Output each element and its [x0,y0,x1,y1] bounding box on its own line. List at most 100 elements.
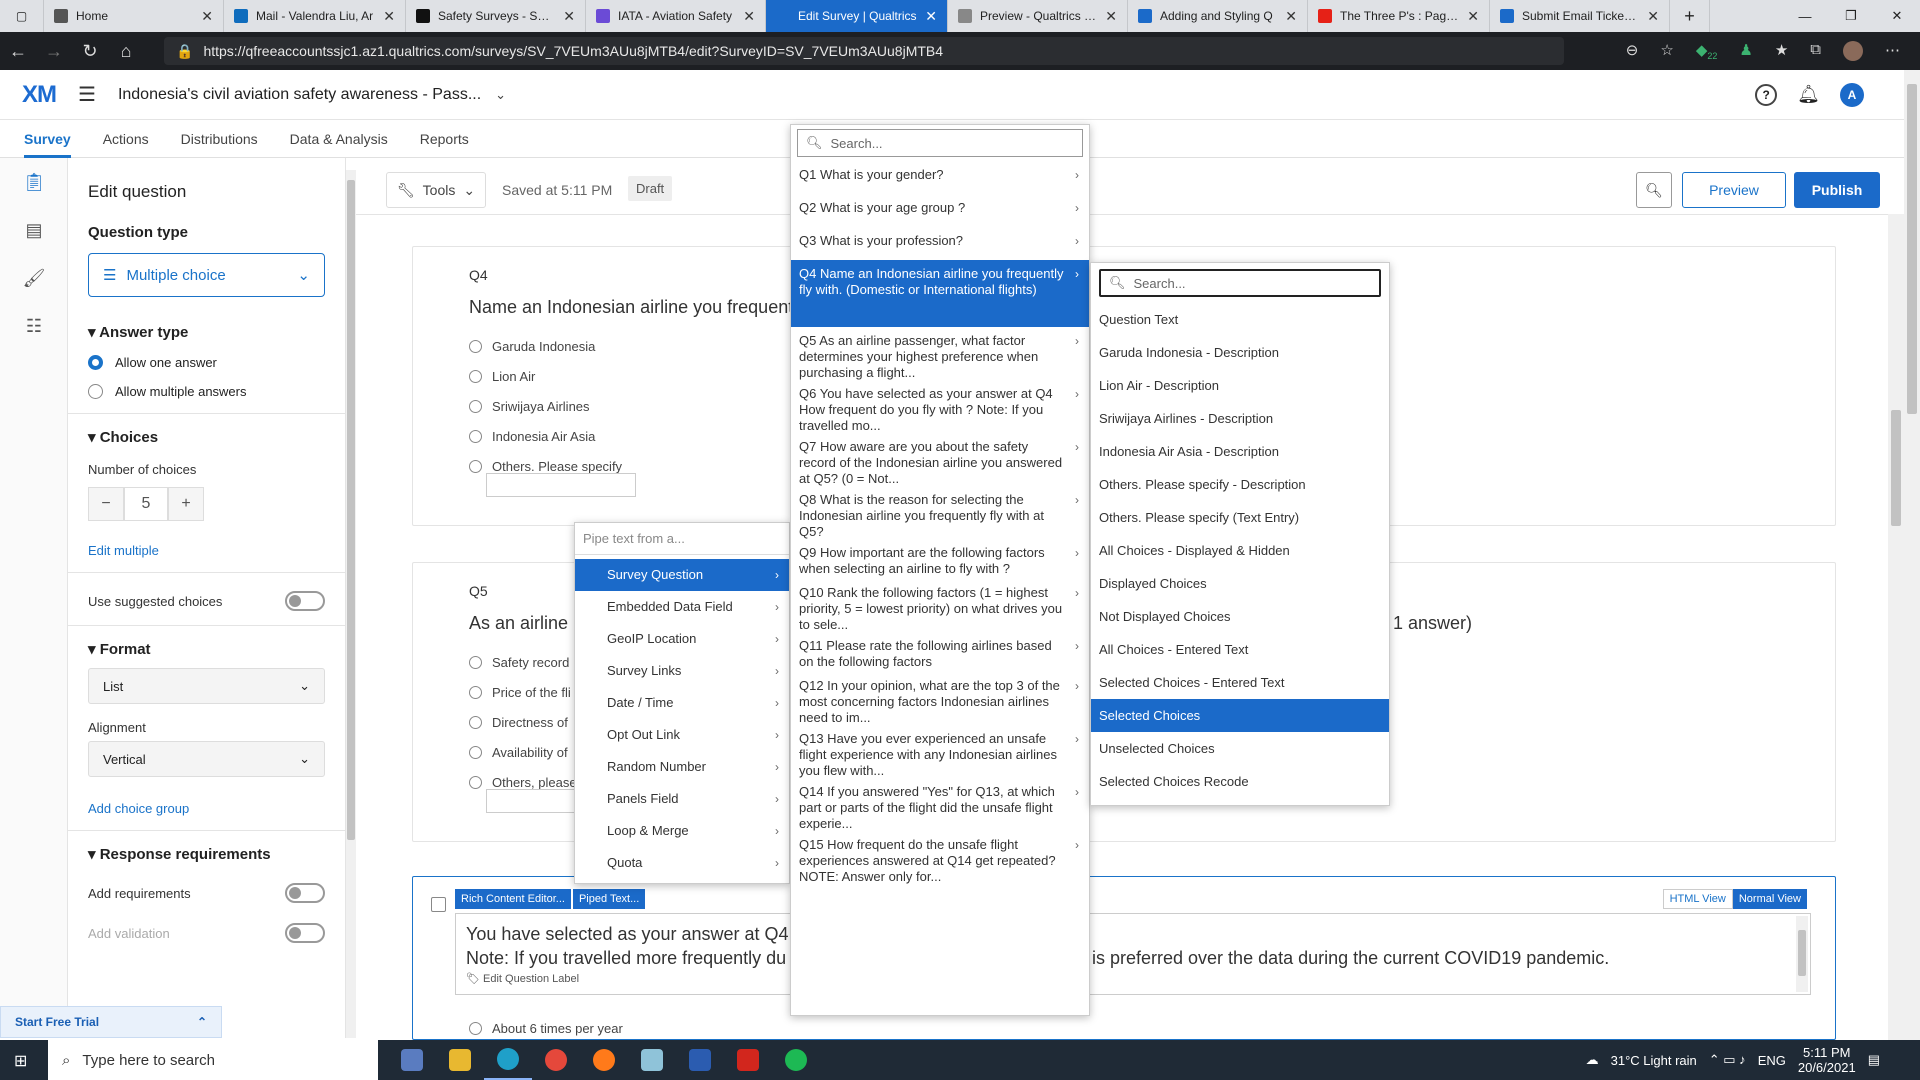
other-text-entry[interactable] [486,473,636,497]
choices-section[interactable]: ▾ Choices [88,428,325,446]
question-menu-item[interactable]: Q14 If you answered "Yes" for Q13, at wh… [791,778,1089,831]
close-window-button[interactable]: ✕ [1874,8,1920,24]
browser-tab[interactable]: The Three P's : Page B ✕ [1308,0,1490,32]
add-requirements-toggle[interactable] [285,883,325,903]
zoom-icon[interactable]: ⊖ [1626,41,1639,61]
field-menu-item[interactable]: Selected Choices - Entered Text [1091,666,1389,699]
choice-option[interactable]: Safety record [469,647,577,677]
left-panel-scrollbar[interactable] [346,170,356,1038]
field-menu-item[interactable]: Displayed Choices [1091,567,1389,600]
close-tab-icon[interactable]: ✕ [201,8,213,25]
publish-button[interactable]: Publish [1794,172,1880,208]
more-icon[interactable]: ⋯ [1885,41,1900,61]
choice-option[interactable]: Price of the fli [469,677,577,707]
refresh-icon[interactable]: ↻ [72,41,108,62]
question-menu-item[interactable]: Q15 How frequent do the unsafe flight ex… [791,831,1089,884]
close-tab-icon[interactable]: ✕ [383,8,395,25]
browser-tab[interactable]: Mail - Valendra Liu, Ar ✕ [224,0,406,32]
choice-option[interactable]: Availability of [469,737,577,767]
field-menu-item[interactable]: Garuda Indonesia - Description [1091,336,1389,369]
add-choice-group-link[interactable]: Add choice group [88,801,325,816]
forward-icon[interactable]: → [36,41,72,62]
spotify-icon[interactable] [772,1040,820,1080]
field-menu-item[interactable]: Indonesia Air Asia - Description [1091,435,1389,468]
question-menu-item[interactable]: Q10 Rank the following factors (1 = high… [791,579,1089,632]
choice-option[interactable]: Directness of [469,707,577,737]
field-search-input[interactable]: 🔍︎ Search... [1099,269,1381,297]
pipe-menu-item[interactable]: Loop & Merge › [575,815,789,847]
back-icon[interactable]: ← [0,41,36,62]
piped-text-button[interactable]: Piped Text... [572,889,646,909]
format-section[interactable]: ▾ Format [88,640,325,658]
tab-survey[interactable]: Survey [24,120,71,158]
choice-option[interactable]: Garuda Indonesia [469,331,622,361]
browser-tab[interactable]: Adding and Styling Q ✕ [1128,0,1308,32]
format-select[interactable]: List ⌄ [88,668,325,704]
answer-type-section[interactable]: ▾ Answer type [88,323,325,341]
bell-icon[interactable]: 🔔︎ [1797,84,1820,105]
question-text[interactable]: Name an Indonesian airline you frequent [469,297,793,318]
survey-flow-icon[interactable]: 📋︎ [0,158,68,206]
taskbar-search[interactable]: ⌕ Type here to search [48,1040,378,1080]
maximize-button[interactable]: ❐ [1828,8,1874,24]
field-menu-item[interactable]: Sriwijaya Airlines - Description [1091,402,1389,435]
pipe-menu-item[interactable]: Date / Time › [575,687,789,719]
new-tab-button[interactable]: + [1670,0,1710,32]
close-tab-icon[interactable]: ✕ [563,8,575,25]
close-tab-icon[interactable]: ✕ [1467,8,1479,25]
pipe-menu-item[interactable]: Quota › [575,847,789,879]
clock[interactable]: 5:11 PM 20/6/2021 [1798,1045,1856,1075]
question-menu-item[interactable]: Q1 What is your gender? › [791,161,1089,194]
question-card-q6[interactable]: Rich Content Editor... Piped Text... HTM… [412,876,1836,1040]
home-icon[interactable]: ⌂ [108,41,144,62]
increment-button[interactable]: + [168,487,204,521]
browser-tab[interactable]: IATA - Aviation Safety ✕ [586,0,766,32]
favorites-bar-icon[interactable]: ★ [1775,41,1788,61]
editor-scrollbar[interactable] [1796,916,1808,992]
pipe-menu-item[interactable]: Panels Field › [575,783,789,815]
close-tab-icon[interactable]: ✕ [1647,8,1659,25]
normal-view-button[interactable]: Normal View [1732,889,1807,909]
preview-button[interactable]: Preview [1682,172,1786,208]
browser-tab[interactable]: Edit Survey | Qualtrics ✕ [766,0,948,32]
question-search-input[interactable]: 🔍︎ Search... [797,129,1083,157]
allow-multiple-answers-radio[interactable]: Allow multiple answers [88,384,325,399]
pipe-menu-item[interactable]: Embedded Data Field › [575,591,789,623]
help-icon[interactable]: ? [1755,83,1778,106]
choice-option[interactable]: Sriwijaya Airlines [469,391,622,421]
weather-icon[interactable]: ☁ [1586,1052,1599,1068]
look-and-feel-icon[interactable]: 🖌︎ [0,254,68,302]
response-requirements-section[interactable]: ▾ Response requirements [88,845,325,863]
edit-multiple-link[interactable]: Edit multiple [88,543,325,558]
question-menu-item[interactable]: Q2 What is your age group ? › [791,194,1089,227]
question-menu-item[interactable]: Q3 What is your profession? › [791,227,1089,260]
browser-tab[interactable]: Preview - Qualtrics Su ✕ [948,0,1128,32]
question-type-select[interactable]: ☰ Multiple choice ⌄ [88,253,325,297]
close-tab-icon[interactable]: ✕ [743,8,755,25]
browser-tab[interactable]: Submit Email Ticket | C ✕ [1490,0,1670,32]
question-menu-item[interactable]: Q4 Name an Indonesian airline you freque… [791,260,1089,327]
field-menu-item[interactable]: Others. Please specify (Text Entry) [1091,501,1389,534]
close-tab-icon[interactable]: ✕ [1105,8,1117,25]
question-text-editor[interactable]: You have selected as your answer at Q4 N… [455,913,1811,995]
favorite-icon[interactable]: ☆ [1660,41,1673,61]
task-view-icon[interactable] [388,1040,436,1080]
add-validation-toggle[interactable] [285,923,325,943]
choice-option[interactable]: About 6 times per year [469,1013,623,1043]
pin-icon[interactable]: ♟ [1739,41,1752,61]
choice-option[interactable]: Lion Air [469,361,622,391]
edit-question-label[interactable]: 🏷︎ Edit Question Label [466,972,579,985]
xm-logo[interactable]: XM [22,81,57,109]
language-indicator[interactable]: ENG [1758,1053,1786,1068]
start-free-trial-bar[interactable]: Start Free Trial ⌃ [0,1006,222,1038]
pipe-menu-item[interactable]: Random Number › [575,751,789,783]
question-menu-item[interactable]: Q13 Have you ever experienced an unsafe … [791,725,1089,778]
allow-one-answer-radio[interactable]: Allow one answer [88,355,325,370]
tab-reports[interactable]: Reports [420,120,469,158]
notepad-icon[interactable] [628,1040,676,1080]
close-tab-icon[interactable]: ✕ [1285,8,1297,25]
weather-status[interactable]: 31°C Light rain [1611,1053,1697,1068]
tab-actions[interactable]: Actions [103,120,149,158]
pipe-text-search[interactable]: Pipe text from a... [575,523,789,555]
field-menu-item[interactable]: Others. Please specify - Description [1091,468,1389,501]
